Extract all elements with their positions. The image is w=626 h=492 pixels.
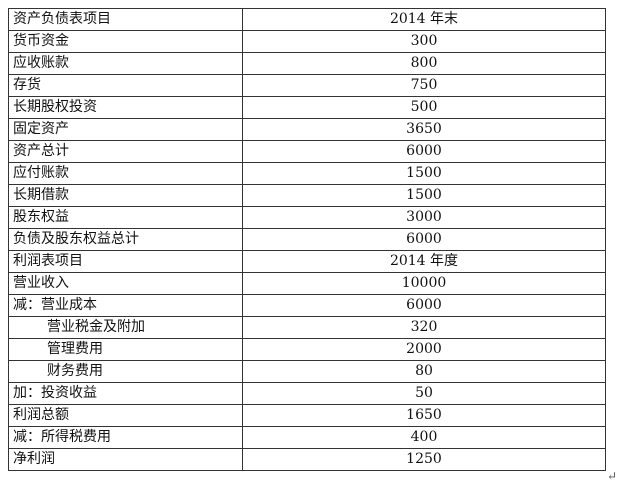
table-row: 资产总计 6000 [8, 140, 606, 163]
table-row: 减：营业成本 6000 [8, 294, 606, 317]
row-label: 减：营业成本 [8, 294, 243, 317]
document-page: 资产负债表项目 2014 年末 货币资金 300 应收账款 800 存货 750 长期股权投资 5… [0, 0, 626, 492]
table-row: 货币资金 300 [8, 30, 606, 53]
row-label: 减：所得税费用 [8, 426, 243, 449]
row-label: 股东权益 [8, 206, 243, 229]
row-label: 营业收入 [8, 272, 243, 295]
table-row: 股东权益 3000 [8, 206, 606, 229]
row-value: 320 [242, 316, 606, 339]
row-label: 营业税金及附加 [8, 316, 243, 339]
row-label: 应付账款 [8, 162, 243, 185]
table-row: 减：所得税费用 400 [8, 426, 606, 449]
table-row: 负债及股东权益总计 6000 [8, 228, 606, 251]
row-label: 资产负债表项目 [8, 8, 243, 31]
row-value: 3000 [242, 206, 606, 229]
row-value: 10000 [242, 272, 606, 295]
row-value: 400 [242, 426, 606, 449]
table-row: 财务费用 80 [8, 360, 606, 383]
row-value: 750 [242, 74, 606, 97]
row-label: 存货 [8, 74, 243, 97]
row-value: 6000 [242, 294, 606, 317]
row-value: 500 [242, 96, 606, 119]
table-row: 存货 750 [8, 74, 606, 97]
table-row: 长期借款 1500 [8, 184, 606, 207]
table-row: 净利润 1250 [8, 448, 606, 471]
table-row: 管理费用 2000 [8, 338, 606, 361]
row-value: 2014 年末 [242, 8, 606, 31]
row-value: 6000 [242, 228, 606, 251]
row-label: 固定资产 [8, 118, 243, 141]
row-label: 应收账款 [8, 52, 243, 75]
row-value: 1250 [242, 448, 606, 471]
row-value: 2014 年度 [242, 250, 606, 273]
table-row: 营业税金及附加 320 [8, 316, 606, 339]
row-label: 利润表项目 [8, 250, 243, 273]
row-label: 加：投资收益 [8, 382, 243, 405]
row-label: 负债及股东权益总计 [8, 228, 243, 251]
row-label: 利润总额 [8, 404, 243, 427]
row-label: 资产总计 [8, 140, 243, 163]
table-row: 利润总额 1650 [8, 404, 606, 427]
table-row: 应付账款 1500 [8, 162, 606, 185]
table-row: 长期股权投资 500 [8, 96, 606, 119]
row-value: 1500 [242, 184, 606, 207]
row-label: 净利润 [8, 448, 243, 471]
table-row: 应收账款 800 [8, 52, 606, 75]
row-label: 财务费用 [8, 360, 243, 383]
financial-statement-table: 资产负债表项目 2014 年末 货币资金 300 应收账款 800 存货 750 长期股权投资 5… [8, 8, 606, 471]
row-value: 2000 [242, 338, 606, 361]
row-value: 300 [242, 30, 606, 53]
row-value: 3650 [242, 118, 606, 141]
row-label: 管理费用 [8, 338, 243, 361]
table-body: 资产负债表项目 2014 年末 货币资金 300 应收账款 800 存货 750 长期股权投资 5… [8, 8, 606, 471]
row-value: 800 [242, 52, 606, 75]
row-value: 1650 [242, 404, 606, 427]
row-value: 50 [242, 382, 606, 405]
table-row: 固定资产 3650 [8, 118, 606, 141]
row-value: 80 [242, 360, 606, 383]
paragraph-return-icon: ↵ [607, 469, 618, 483]
table-row: 资产负债表项目 2014 年末 [8, 8, 606, 31]
table-row: 加：投资收益 50 [8, 382, 606, 405]
row-label: 长期股权投资 [8, 96, 243, 119]
row-label: 长期借款 [8, 184, 243, 207]
table-row: 利润表项目 2014 年度 [8, 250, 606, 273]
table-row: 营业收入 10000 [8, 272, 606, 295]
row-label: 货币资金 [8, 30, 243, 53]
row-value: 6000 [242, 140, 606, 163]
row-value: 1500 [242, 162, 606, 185]
